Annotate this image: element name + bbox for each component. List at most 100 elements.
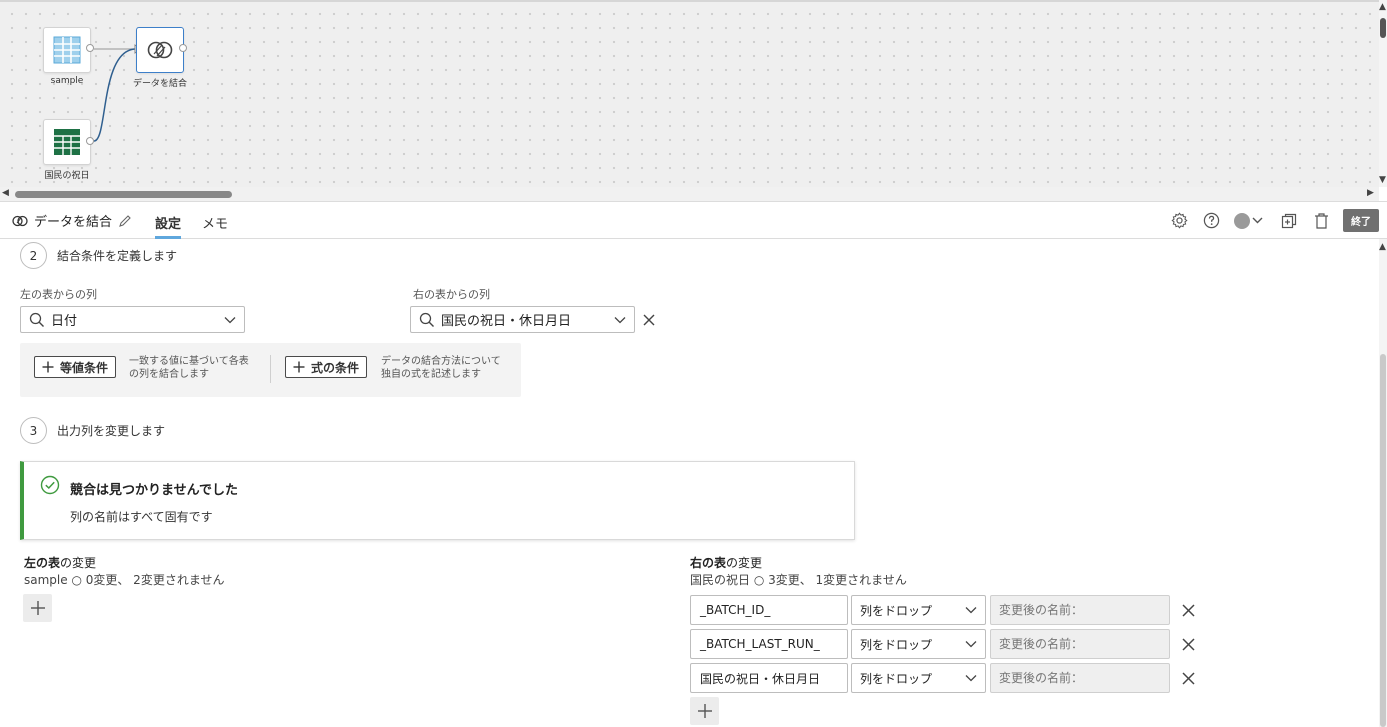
step-number: 2 (20, 242, 47, 269)
scroll-left-icon[interactable]: ◀ (2, 188, 9, 198)
scroll-thumb[interactable] (1380, 354, 1386, 727)
right-column-select[interactable]: 国民の祝日・休日月日 (410, 306, 635, 333)
join-icon (12, 215, 28, 226)
flow-canvas[interactable]: sample データを結合 国民の祝日 (0, 0, 1379, 187)
step-3-header: 3 出力列を変更します (20, 417, 165, 444)
column-action-select[interactable]: 列をドロップ (851, 663, 986, 693)
canvas-vertical-scrollbar[interactable]: ▲ ▼ (1379, 0, 1387, 187)
left-column-label: 左の表からの列 (20, 288, 97, 301)
column-name: _BATCH_ID_ (690, 595, 848, 625)
tab-settings[interactable]: 設定 (155, 213, 182, 239)
right-changes-title: 右の表の変更 (690, 554, 762, 571)
check-circle-icon (40, 475, 60, 495)
left-column-select[interactable]: 日付 (20, 306, 245, 333)
column-name: 国民の祝日・休日月日 (690, 663, 848, 693)
scroll-thumb[interactable] (1380, 18, 1386, 38)
scroll-up-icon[interactable]: ▲ (1379, 2, 1386, 12)
node-join-output-port[interactable] (179, 44, 187, 52)
scroll-right-icon[interactable]: ▶ (1367, 188, 1374, 198)
table-icon (53, 36, 81, 64)
help-icon[interactable] (1201, 211, 1221, 231)
right-column-label: 右の表からの列 (413, 288, 490, 301)
add-expression-condition-button[interactable]: 式の条件 (285, 356, 368, 378)
step-number: 3 (20, 417, 47, 444)
plus-icon (697, 704, 712, 718)
plus-icon (293, 361, 305, 373)
add-right-change-button[interactable] (690, 697, 719, 725)
search-icon (29, 312, 44, 327)
duplicate-icon[interactable] (1279, 211, 1299, 231)
column-action-select[interactable]: 列をドロップ (851, 629, 986, 659)
node-holidays-output-port[interactable] (86, 137, 94, 145)
notice-title: 競合は見つかりませんでした (70, 483, 238, 498)
conflict-notice: 競合は見つかりませんでした 列の名前はすべて固有です (20, 461, 855, 540)
title-bold: 右の表 (690, 556, 727, 570)
panel-vertical-scrollbar[interactable]: ▲ (1379, 239, 1387, 727)
rename-input[interactable] (990, 663, 1170, 693)
scroll-up-icon[interactable]: ▲ (1379, 242, 1386, 252)
button-label: 式の条件 (311, 360, 360, 375)
panel-title-text: データを結合 (34, 215, 113, 230)
rename-input[interactable] (990, 595, 1170, 625)
chevron-down-icon (224, 316, 236, 323)
chevron-down-icon (965, 641, 977, 648)
column-action-value: 列をドロップ (860, 603, 933, 618)
node-sample[interactable] (43, 27, 91, 73)
add-left-change-button[interactable] (23, 594, 52, 622)
scroll-down-icon[interactable]: ▼ (1379, 175, 1386, 185)
description-line: 一致する値に基づいて各表 (129, 356, 249, 367)
canvas-horizontal-scrollbar[interactable]: ◀ ▶ (0, 187, 1379, 201)
column-action-select[interactable]: 列をドロップ (851, 595, 986, 625)
description-line: データの結合方法について (381, 356, 501, 367)
rename-input[interactable] (990, 629, 1170, 659)
trash-icon[interactable] (1311, 211, 1331, 231)
add-condition-box: 等値条件 一致する値に基づいて各表 の列を結合します 式の条件 データの結合方法… (20, 343, 521, 397)
column-action-value: 列をドロップ (860, 637, 933, 652)
column-name: _BATCH_LAST_RUN_ (690, 629, 848, 659)
panel-header: データを結合 設定 メモ 終了 (0, 201, 1387, 239)
scroll-thumb[interactable] (15, 191, 232, 198)
column-change-row: _BATCH_ID_ 列をドロップ (690, 595, 1200, 625)
chevron-down-icon (614, 316, 626, 323)
pencil-icon[interactable] (118, 214, 132, 228)
node-label: データを結合 (132, 79, 187, 89)
chevron-down-icon (965, 607, 977, 614)
tab-memo[interactable]: メモ (202, 213, 228, 232)
finish-button[interactable]: 終了 (1343, 209, 1379, 232)
notice-text: 列の名前はすべて固有です (70, 510, 213, 524)
title-rest: の変更 (726, 556, 763, 570)
step-2-header: 2 結合条件を定義します (20, 242, 177, 269)
add-equal-condition-button[interactable]: 等値条件 (34, 356, 117, 378)
right-column-value: 国民の祝日・休日月日 (441, 314, 572, 329)
node-join[interactable] (136, 27, 184, 73)
search-icon (419, 312, 434, 327)
left-changes-title: 左の表の変更 (24, 554, 96, 571)
title-rest: の変更 (60, 556, 97, 570)
step-title: 結合条件を定義します (57, 249, 178, 263)
gear-icon[interactable] (1169, 211, 1189, 231)
status-dropdown[interactable] (1233, 211, 1267, 231)
column-change-row: _BATCH_LAST_RUN_ 列をドロップ (690, 629, 1200, 659)
divider (270, 355, 271, 383)
chevron-down-icon (965, 675, 977, 682)
connection-wires (93, 44, 142, 142)
plus-icon (42, 361, 54, 373)
step-title: 出力列を変更します (57, 424, 166, 438)
remove-condition-icon[interactable] (641, 312, 657, 328)
close-icon[interactable] (1178, 600, 1198, 620)
left-changes-summary: sample ○ 0変更、 2変更されません (24, 573, 225, 587)
column-change-row: 国民の祝日・休日月日 列をドロップ (690, 663, 1200, 693)
button-label: 等値条件 (60, 360, 109, 375)
description-line: の列を結合します (129, 369, 209, 380)
equal-condition-description: 一致する値に基づいて各表 の列を結合します (129, 355, 249, 381)
left-column-value: 日付 (51, 314, 78, 329)
close-icon[interactable] (1178, 634, 1198, 654)
excel-icon (54, 129, 80, 155)
node-label: 国民の祝日 (44, 171, 90, 181)
node-sample-output-port[interactable] (86, 44, 94, 52)
description-line: 独自の式を記述します (381, 369, 481, 380)
plus-icon (30, 601, 45, 615)
panel-toolbar: 終了 (1169, 209, 1379, 232)
node-holidays[interactable] (43, 119, 91, 165)
close-icon[interactable] (1178, 668, 1198, 688)
